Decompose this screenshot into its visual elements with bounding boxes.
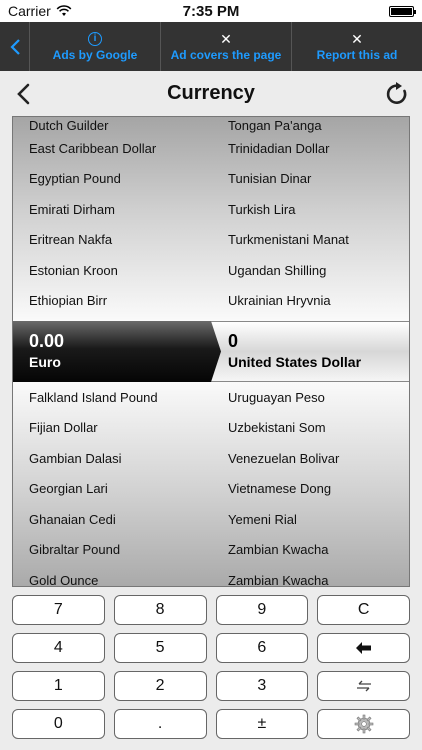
to-currency-option[interactable]: Trinidadian Dollar xyxy=(211,141,409,156)
refresh-button[interactable] xyxy=(382,79,412,109)
from-currency-option[interactable]: Dutch Guilder xyxy=(13,118,211,133)
to-currency-name: United States Dollar xyxy=(228,354,362,370)
list-item[interactable]: Falkland Island Pound Uruguayan Peso xyxy=(13,382,409,413)
key-3[interactable]: 3 xyxy=(215,671,309,701)
to-currency-display: 0 United States Dollar xyxy=(228,331,361,370)
list-item[interactable]: Ethiopian Birr Ukrainian Hryvnia xyxy=(13,286,409,317)
key-2[interactable]: 2 xyxy=(113,671,207,701)
list-item[interactable]: East Caribbean Dollar Trinidadian Dollar xyxy=(13,133,409,164)
from-currency-option[interactable]: Georgian Lari xyxy=(13,481,211,496)
list-item[interactable]: Emirati Dirham Turkish Lira xyxy=(13,194,409,225)
key-4[interactable]: 4 xyxy=(12,633,105,663)
plus-minus-key[interactable]: ± xyxy=(215,709,309,739)
from-currency-option[interactable]: Emirati Dirham xyxy=(13,202,211,217)
to-currency-option[interactable]: Vietnamese Dong xyxy=(211,481,409,496)
list-item[interactable]: Fijian Dollar Uzbekistani Som xyxy=(13,413,409,444)
chevron-left-icon xyxy=(17,83,30,105)
to-amount: 0 xyxy=(228,331,239,351)
to-currency-option[interactable]: Zambian Kwacha xyxy=(211,542,409,557)
list-item[interactable]: Gold Ounce Zambian Kwacha xyxy=(13,565,409,586)
clear-button[interactable]: C xyxy=(317,595,410,625)
page-title: Currency xyxy=(167,82,255,104)
backspace-icon xyxy=(355,642,371,654)
from-currency-option[interactable]: Fijian Dollar xyxy=(13,420,211,435)
swap-icon xyxy=(356,680,371,692)
to-currency-option[interactable]: Tunisian Dinar xyxy=(211,171,409,186)
ads-by-google-button[interactable]: i Ads by Google xyxy=(30,22,161,71)
key-5[interactable]: 5 xyxy=(113,633,207,663)
to-currency-option[interactable]: Turkmenistani Manat xyxy=(211,232,409,247)
list-item[interactable]: Dutch Guilder Tongan Pa'anga xyxy=(13,117,409,133)
ad-back-button[interactable] xyxy=(0,22,30,71)
ad-covers-page-label: Ad covers the page xyxy=(170,47,282,62)
to-currency-option[interactable]: Uruguayan Peso xyxy=(211,390,409,405)
from-currency-option[interactable]: Egyptian Pound xyxy=(13,171,211,186)
status-bar: Carrier 7:35 PM xyxy=(0,0,422,22)
decimal-key[interactable]: . xyxy=(113,709,207,739)
to-currency-option[interactable]: Uzbekistani Som xyxy=(211,420,409,435)
from-currency-display: 0.00 Euro xyxy=(29,331,64,370)
key-7[interactable]: 7 xyxy=(12,595,105,625)
to-currency-option[interactable]: Ugandan Shilling xyxy=(211,263,409,278)
selected-currency-bar: 0.00 Euro 0 United States Dollar xyxy=(13,321,409,382)
list-item[interactable]: Georgian Lari Vietnamese Dong xyxy=(13,474,409,505)
list-item[interactable]: Egyptian Pound Tunisian Dinar xyxy=(13,164,409,195)
key-0[interactable]: 0 xyxy=(12,709,105,739)
key-6[interactable]: 6 xyxy=(215,633,309,663)
chevron-left-icon xyxy=(9,38,20,55)
to-currency-option[interactable]: Turkish Lira xyxy=(211,202,409,217)
currency-list-upper[interactable]: Dutch Guilder Tongan Pa'anga East Caribbe… xyxy=(13,117,409,321)
swap-currencies-button[interactable] xyxy=(317,671,410,701)
from-currency-option[interactable]: Estonian Kroon xyxy=(13,263,211,278)
report-ad-button[interactable]: ✕ Report this ad xyxy=(292,22,422,71)
clock: 7:35 PM xyxy=(182,2,240,20)
from-currency-option[interactable]: Eritrean Nakfa xyxy=(13,232,211,247)
list-item[interactable]: Ghanaian Cedi Yemeni Rial xyxy=(13,504,409,535)
list-item[interactable]: Estonian Kroon Ugandan Shilling xyxy=(13,255,409,286)
refresh-icon xyxy=(386,82,407,104)
key-9[interactable]: 9 xyxy=(215,595,309,625)
from-amount: 0.00 xyxy=(29,331,65,351)
from-currency-name: Euro xyxy=(29,354,61,370)
key-8[interactable]: 8 xyxy=(113,595,207,625)
key-1[interactable]: 1 xyxy=(12,671,105,701)
from-currency-option[interactable]: Gold Ounce xyxy=(13,573,211,586)
battery-icon xyxy=(389,5,416,17)
close-icon: ✕ xyxy=(351,30,363,47)
report-ad-label: Report this ad xyxy=(316,47,398,62)
list-item[interactable]: Eritrean Nakfa Turkmenistani Manat xyxy=(13,225,409,256)
from-currency-option[interactable]: Ethiopian Birr xyxy=(13,293,211,308)
settings-button[interactable] xyxy=(317,709,410,739)
back-button[interactable] xyxy=(10,79,40,109)
to-currency-option[interactable]: Tongan Pa'anga xyxy=(211,118,409,133)
from-currency-option[interactable]: Ghanaian Cedi xyxy=(13,512,211,527)
from-currency-option[interactable]: Falkland Island Pound xyxy=(13,390,211,405)
list-item[interactable]: Gibraltar Pound Zambian Kwacha xyxy=(13,535,409,566)
from-currency-option[interactable]: East Caribbean Dollar xyxy=(13,141,211,156)
currency-picker[interactable]: Dutch Guilder Tongan Pa'anga East Caribbe… xyxy=(12,116,410,587)
backspace-button[interactable] xyxy=(317,633,410,663)
ads-by-google-label: Ads by Google xyxy=(52,47,138,62)
to-currency-option[interactable]: Yemeni Rial xyxy=(211,512,409,527)
navigation-bar: Currency xyxy=(0,71,422,116)
close-icon: ✕ xyxy=(220,30,232,47)
info-icon: i xyxy=(88,31,102,46)
ad-covers-page-button[interactable]: ✕ Ad covers the page xyxy=(161,22,292,71)
to-currency-option[interactable]: Venezuelan Bolivar xyxy=(211,451,409,466)
currency-list-lower[interactable]: Falkland Island Pound Uruguayan Peso Fiji… xyxy=(13,382,409,586)
ad-banner: i Ads by Google ✕ Ad covers the page ✕ R… xyxy=(0,22,422,71)
keypad: 7 8 9 C 4 5 6 1 2 3 0 . ± xyxy=(12,595,410,747)
to-currency-option[interactable]: Zambian Kwacha xyxy=(211,573,409,586)
from-currency-option[interactable]: Gibraltar Pound xyxy=(13,542,211,557)
gear-icon xyxy=(354,714,373,734)
list-item[interactable]: Gambian Dalasi Venezuelan Bolivar xyxy=(13,443,409,474)
from-currency-option[interactable]: Gambian Dalasi xyxy=(13,451,211,466)
to-currency-option[interactable]: Ukrainian Hryvnia xyxy=(211,293,409,308)
